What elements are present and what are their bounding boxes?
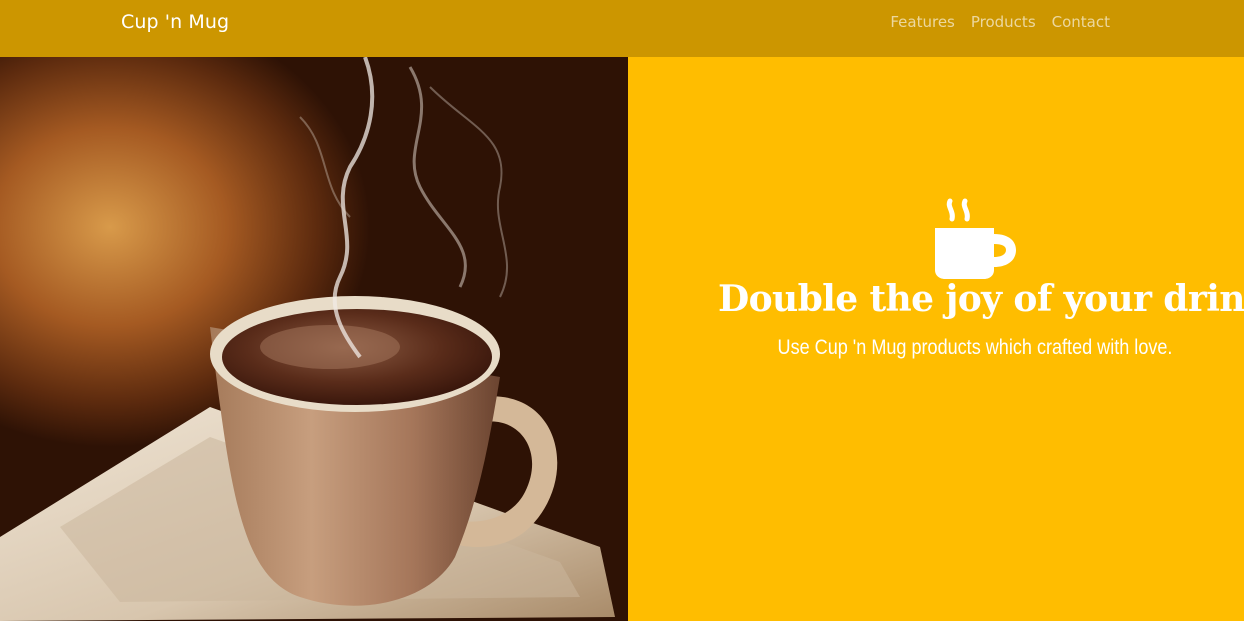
nav-link-contact[interactable]: Contact [1052, 13, 1110, 31]
nav-link-products[interactable]: Products [971, 13, 1036, 31]
brand-link[interactable]: Cup 'n Mug [121, 11, 229, 33]
mug-icon [935, 198, 1016, 279]
navbar: Cup 'n Mug Features Products Contact [0, 0, 1244, 57]
nav-link-features[interactable]: Features [890, 13, 955, 31]
nav-links: Features Products Contact [890, 13, 1110, 31]
hero-headline: Double the joy of your drink. [718, 278, 1244, 320]
hero-coffee-image [0, 57, 628, 621]
hero-subline: Use Cup 'n Mug products which crafted wi… [777, 336, 1173, 359]
coffee-cup-photo [0, 57, 615, 621]
